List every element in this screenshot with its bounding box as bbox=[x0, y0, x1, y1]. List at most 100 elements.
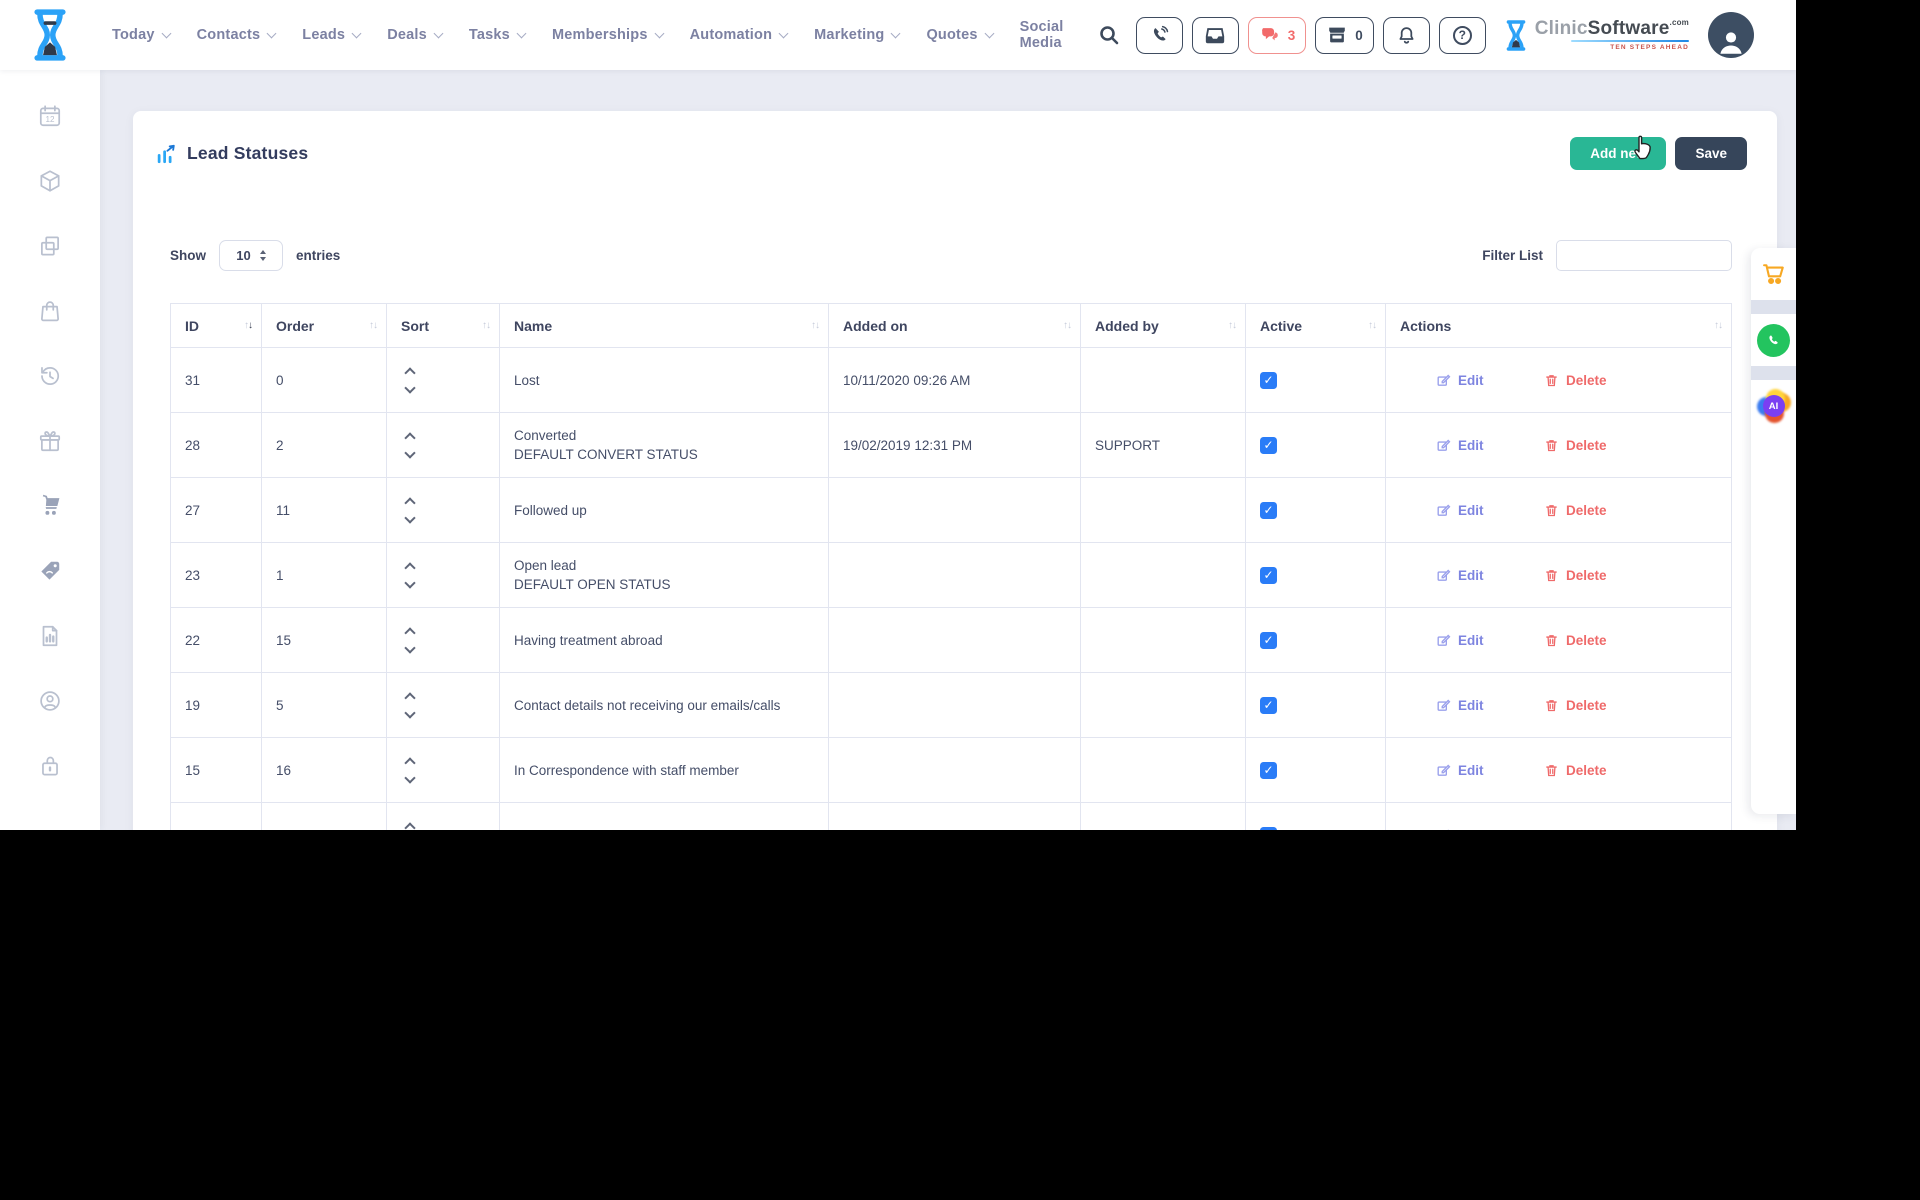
menu-item[interactable]: Contacts bbox=[197, 27, 276, 43]
sidebar-item-duplicate[interactable] bbox=[37, 233, 63, 259]
move-down-icon[interactable] bbox=[404, 707, 415, 718]
move-down-icon[interactable] bbox=[404, 512, 415, 523]
page-size-select[interactable]: 10 bbox=[219, 240, 283, 271]
move-down-icon[interactable] bbox=[404, 382, 415, 393]
filter-list-input[interactable] bbox=[1556, 240, 1732, 271]
cell-id: 27 bbox=[171, 478, 262, 542]
cell-added-by bbox=[1081, 803, 1246, 830]
cell-added-by bbox=[1081, 608, 1246, 672]
move-up-icon[interactable] bbox=[404, 562, 415, 573]
trash-icon bbox=[1544, 503, 1559, 518]
delete-link[interactable]: Delete bbox=[1544, 568, 1607, 583]
cell-active: ✓ bbox=[1246, 738, 1386, 802]
active-checkbox[interactable]: ✓ bbox=[1260, 762, 1277, 779]
inbox-button[interactable] bbox=[1192, 17, 1239, 54]
cell-name: Converted DEFAULT CONVERT STATUS bbox=[500, 413, 829, 477]
column-header-actions[interactable]: Actions ↑↓ bbox=[1386, 304, 1731, 347]
move-up-icon[interactable] bbox=[404, 497, 415, 508]
quick-cart-button[interactable] bbox=[1751, 248, 1796, 300]
sidebar-item-gifts[interactable] bbox=[37, 428, 63, 454]
move-up-icon[interactable] bbox=[404, 692, 415, 703]
save-button[interactable]: Save bbox=[1675, 137, 1747, 170]
move-up-icon[interactable] bbox=[404, 822, 415, 830]
delete-link[interactable]: Delete bbox=[1544, 828, 1607, 831]
sidebar-item-orders[interactable] bbox=[37, 298, 63, 324]
active-checkbox[interactable]: ✓ bbox=[1260, 372, 1277, 389]
clinicsoftware-logo[interactable]: ClinicSoftware.com TEN STEPS AHEAD bbox=[1503, 19, 1689, 52]
menu-item[interactable]: Marketing bbox=[814, 27, 899, 43]
move-up-icon[interactable] bbox=[404, 627, 415, 638]
menu-item[interactable]: Quotes bbox=[926, 27, 992, 43]
edit-link[interactable]: Edit bbox=[1436, 633, 1544, 648]
menu-item[interactable]: Memberships bbox=[552, 27, 663, 43]
menu-item[interactable]: Deals bbox=[387, 27, 442, 43]
cell-sort bbox=[387, 738, 500, 802]
notifications-button[interactable] bbox=[1383, 17, 1430, 54]
whatsapp-button[interactable] bbox=[1751, 314, 1796, 366]
table-controls: Show 10 entries Filter List bbox=[133, 240, 1777, 271]
delete-link[interactable]: Delete bbox=[1544, 373, 1607, 388]
move-up-icon[interactable] bbox=[404, 367, 415, 378]
sidebar-item-cart[interactable] bbox=[37, 493, 63, 519]
chevron-down-icon bbox=[433, 28, 443, 38]
ai-assistant-button[interactable]: AI bbox=[1751, 380, 1796, 432]
column-header-order[interactable]: Order ↑↓ bbox=[262, 304, 387, 347]
store-button[interactable]: 0 bbox=[1315, 17, 1374, 54]
sidebar-item-accounts[interactable] bbox=[37, 688, 63, 714]
active-checkbox[interactable]: ✓ bbox=[1260, 437, 1277, 454]
user-avatar[interactable] bbox=[1708, 12, 1754, 58]
delete-link[interactable]: Delete bbox=[1544, 438, 1607, 453]
menu-item[interactable]: Tasks bbox=[469, 27, 525, 43]
active-checkbox[interactable]: ✓ bbox=[1260, 567, 1277, 584]
menu-item[interactable]: Today bbox=[112, 27, 170, 43]
sidebar-item-history[interactable] bbox=[37, 363, 63, 389]
active-checkbox[interactable]: ✓ bbox=[1260, 632, 1277, 649]
search-icon[interactable] bbox=[1097, 23, 1121, 47]
edit-link[interactable]: Edit bbox=[1436, 828, 1544, 831]
move-down-icon[interactable] bbox=[404, 447, 415, 458]
app-logo[interactable] bbox=[28, 7, 72, 63]
delete-link[interactable]: Delete bbox=[1544, 633, 1607, 648]
add-new-button[interactable]: Add new bbox=[1570, 137, 1666, 170]
menu-item[interactable]: Automation bbox=[690, 27, 788, 43]
edit-link[interactable]: Edit bbox=[1436, 373, 1544, 388]
sidebar-item-packages[interactable] bbox=[37, 168, 63, 194]
sidebar-item-security[interactable] bbox=[37, 753, 63, 779]
chat-button[interactable]: 3 bbox=[1248, 17, 1307, 54]
move-down-icon[interactable] bbox=[404, 642, 415, 653]
cell-order: 11 bbox=[262, 478, 387, 542]
column-header-name[interactable]: Name ↑↓ bbox=[500, 304, 829, 347]
active-checkbox[interactable]: ✓ bbox=[1260, 697, 1277, 714]
cell-active: ✓ bbox=[1246, 478, 1386, 542]
sidebar-item-price-tags[interactable] bbox=[37, 558, 63, 584]
panel-divider bbox=[1751, 300, 1796, 314]
edit-link[interactable]: Edit bbox=[1436, 698, 1544, 713]
status-name: Lost bbox=[514, 371, 540, 390]
delete-link[interactable]: Delete bbox=[1544, 503, 1607, 518]
delete-link[interactable]: Delete bbox=[1544, 698, 1607, 713]
help-button[interactable]: ? bbox=[1439, 17, 1486, 54]
move-up-icon[interactable] bbox=[404, 432, 415, 443]
chat-bubbles-icon bbox=[1259, 24, 1281, 46]
column-header-active[interactable]: Active ↑↓ bbox=[1246, 304, 1386, 347]
column-header-sort[interactable]: Sort ↑↓ bbox=[387, 304, 500, 347]
cell-name: Followed up bbox=[500, 478, 829, 542]
active-checkbox[interactable]: ✓ bbox=[1260, 827, 1277, 831]
column-header-id[interactable]: ID ↑↓ bbox=[171, 304, 262, 347]
active-checkbox[interactable]: ✓ bbox=[1260, 502, 1277, 519]
move-down-icon[interactable] bbox=[404, 577, 415, 588]
column-header-added-on[interactable]: Added on ↑↓ bbox=[829, 304, 1081, 347]
edit-link[interactable]: Edit bbox=[1436, 438, 1544, 453]
sidebar-item-reports[interactable] bbox=[37, 623, 63, 649]
delete-link[interactable]: Delete bbox=[1544, 763, 1607, 778]
column-header-added-by[interactable]: Added by ↑↓ bbox=[1081, 304, 1246, 347]
menu-item[interactable]: Leads bbox=[302, 27, 360, 43]
phone-button[interactable] bbox=[1136, 17, 1183, 54]
move-down-icon[interactable] bbox=[404, 772, 415, 783]
edit-link[interactable]: Edit bbox=[1436, 568, 1544, 583]
edit-link[interactable]: Edit bbox=[1436, 763, 1544, 778]
menu-item[interactable]: Social Media bbox=[1020, 19, 1097, 51]
move-up-icon[interactable] bbox=[404, 757, 415, 768]
edit-link[interactable]: Edit bbox=[1436, 503, 1544, 518]
sidebar-item-calendar[interactable]: 12 bbox=[37, 103, 63, 129]
